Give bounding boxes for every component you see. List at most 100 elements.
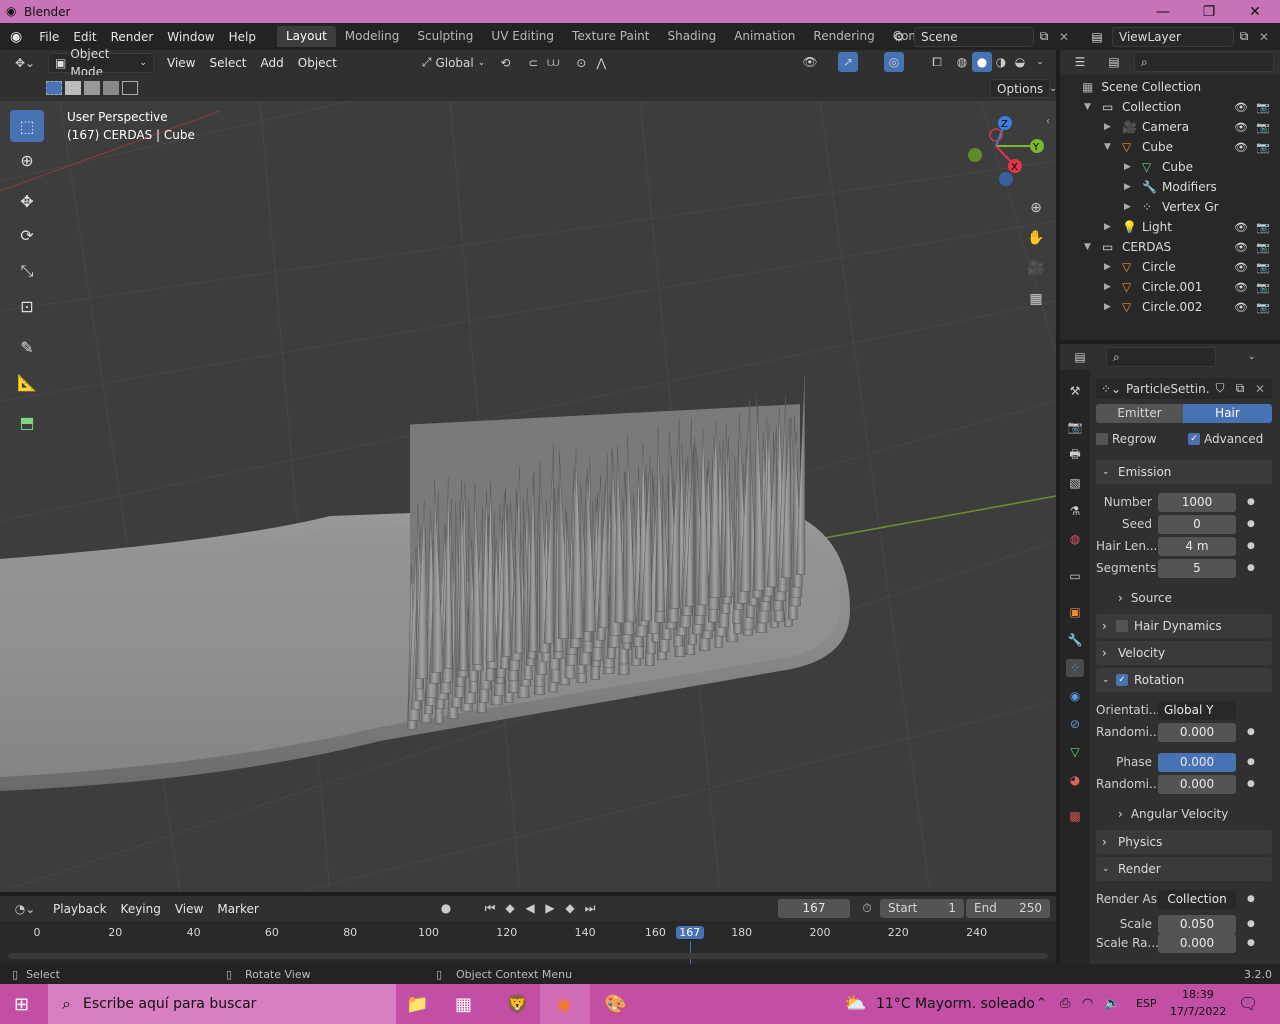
current-frame-indicator[interactable]: 167 [675,926,704,939]
render-panel-header[interactable]: ⌄ Render [1096,857,1272,881]
volume-icon[interactable]: 🔈 [1104,996,1120,1011]
emission-panel-header[interactable]: ⌄ Emission [1096,460,1272,484]
velocity-panel-header[interactable]: › Velocity [1096,641,1272,665]
pivot-icon[interactable]: ⟲ [495,53,515,73]
render-camera-icon[interactable]: 📷 [1256,101,1270,114]
visibility-eye-icon[interactable]: 👁 [1234,221,1248,234]
falloff-icon[interactable]: ⋀ [591,53,611,73]
transform-tool[interactable]: ⊡ [10,290,44,322]
select-invert-icon[interactable] [103,81,119,95]
timeline-editor-icon[interactable]: ◔⌄ [10,899,40,919]
expand-toggle-icon[interactable]: ▶ [1124,202,1134,212]
outliner-row-circle-002[interactable]: ▶ ▽ Circle.002 👁 📷 [1082,297,1280,317]
editor-type-icon[interactable]: ✥⌄ [10,53,40,73]
tab-uv-editing[interactable]: UV Editing [482,26,563,47]
particle-settings-selector[interactable]: ⁘⌄ ParticleSettin... ⛉ ⧉ ✕ [1096,378,1272,399]
advanced-checkbox[interactable]: ✓ [1188,433,1200,445]
timeline-scrollbar[interactable] [8,953,1048,959]
outliner-row-circle-001[interactable]: ▶ ▽ Circle.001 👁 📷 [1082,277,1280,297]
select-subtract-icon[interactable] [84,81,100,95]
render-camera-icon[interactable]: 📷 [1256,121,1270,134]
render-camera-icon[interactable]: 📷 [1256,301,1270,314]
new-scene-icon[interactable]: ⧉ [1034,29,1054,44]
sidebar-toggle-icon[interactable]: ‹ [1046,116,1050,127]
phase-field[interactable]: 0.000 [1158,752,1236,772]
hair-dynamics-panel-header[interactable]: › Hair Dynamics [1096,614,1272,638]
menu-add[interactable]: Add [254,53,291,73]
particles-tab-icon[interactable]: ⁘ [1066,659,1084,677]
properties-search-input[interactable]: ⌕ [1106,347,1216,367]
source-subpanel[interactable]: › Source [1118,591,1172,605]
snap-icon[interactable]: ⊂ [523,53,543,73]
visibility-eye-icon[interactable]: 👁 [1234,121,1248,134]
outliner-row-light[interactable]: ▶ 💡 Light 👁 📷 [1082,217,1280,237]
phase-randomize-field[interactable]: 0.000 [1158,774,1236,794]
scale-tool[interactable]: ⤡ [10,255,44,287]
chevron-down-icon[interactable]: ⌄ [1248,352,1256,362]
visibility-eye-icon[interactable]: 👁 [1234,301,1248,314]
rotation-checkbox[interactable]: ✓ [1116,674,1128,686]
next-keyframe-icon[interactable]: ◆ [560,898,580,918]
mode-dropdown[interactable]: ▣ Object Mode ⌄ [48,47,154,79]
language-indicator[interactable]: ESP [1136,997,1157,1010]
properties-editor-type-icon[interactable]: ▤ [1070,347,1090,367]
shading-options-icon[interactable]: ⌄ [1030,52,1050,72]
outliner-row-vertex-groups[interactable]: ▶ ⁘ Vertex Gr [1082,197,1280,217]
view-layer-icon[interactable]: ▤ [1082,30,1112,44]
render-as-dropdown[interactable]: Collection [1158,889,1236,909]
hair-length-field[interactable]: 4 m [1158,536,1236,556]
select-intersect-icon[interactable] [122,81,138,95]
tab-layout[interactable]: Layout [276,26,336,47]
output-tab-icon[interactable]: 🖶 [1066,446,1084,464]
keyframe-dot-icon[interactable]: ● [1247,727,1255,737]
outliner-row-circle[interactable]: ▶ ▽ Circle 👁 📷 [1082,257,1280,277]
scene-field[interactable]: Scene [914,26,1034,47]
menu-help[interactable]: Help [222,27,263,47]
physics-tab-icon[interactable]: ◉ [1066,687,1084,705]
timeline-area[interactable]: 0 20 40 60 80 100 120 140 160 167 180 200 220 240 [0,921,1056,964]
modifier-tab-icon[interactable]: 🔧 [1066,631,1084,649]
number-field[interactable]: 1000 [1158,492,1236,512]
overlays-icon[interactable]: ◎ [884,52,904,72]
render-camera-icon[interactable]: 📷 [1256,241,1270,254]
scene-icon[interactable]: ⚙ [884,30,914,44]
outliner-row-modifiers[interactable]: ▶ 🔧 Modifiers [1082,177,1280,197]
expand-toggle-icon[interactable]: ▶ [1124,182,1134,192]
outliner-row-cube[interactable]: ▼ ▽ Cube 👁 📷 [1082,137,1280,157]
constraints-tab-icon[interactable]: ⊘ [1066,715,1084,733]
file-explorer-icon[interactable]: 📁 [406,994,428,1015]
select-new-icon[interactable] [46,81,62,95]
keyframe-dot-icon[interactable]: ● [1247,563,1255,573]
regrow-checkbox[interactable] [1096,433,1108,445]
render-camera-icon[interactable]: 📷 [1256,221,1270,234]
jump-start-icon[interactable]: ⏮ [480,898,500,918]
duplicate-icon[interactable]: ⧉ [1230,381,1250,396]
play-icon[interactable]: ▶ [540,898,560,918]
menu-view[interactable]: View [160,53,202,73]
close-window-button[interactable]: ✕ [1232,0,1278,23]
tab-animation[interactable]: Animation [725,26,804,47]
material-shading-icon[interactable]: ◑ [991,52,1011,72]
solid-shading-icon[interactable]: ● [972,52,992,72]
collection-tab-icon[interactable]: ▭ [1066,567,1084,585]
remove-view-layer-icon[interactable]: ✕ [1254,30,1274,44]
keyframe-dot-icon[interactable]: ● [1247,779,1255,789]
menu-object[interactable]: Object [291,53,344,73]
display-mode-icon[interactable]: ▤ [1104,52,1124,72]
tab-sculpting[interactable]: Sculpting [408,26,482,47]
remove-scene-icon[interactable]: ✕ [1054,30,1074,44]
rendered-shading-icon[interactable]: ◒ [1010,52,1030,72]
pan-hand-icon[interactable]: ✋ [1024,226,1048,250]
brave-browser-icon[interactable]: 🦁 [506,994,528,1015]
gizmo-toggle-icon[interactable]: ↗ [838,52,858,72]
outliner-row-cube-mesh[interactable]: ▶ ▽ Cube [1082,157,1280,177]
keying-menu[interactable]: Keying [114,899,168,919]
tab-shading[interactable]: Shading [658,26,725,47]
jump-end-icon[interactable]: ⏭ [580,898,600,918]
hair-toggle[interactable]: Hair [1183,404,1272,423]
options-dropdown[interactable]: Options ⌄ [990,79,1057,98]
start-frame-field[interactable]: Start 1 [880,899,964,918]
blender-menu-icon[interactable]: ◉ [10,29,22,45]
weather-icon[interactable]: ⛅ [844,993,866,1014]
hair-dynamics-checkbox[interactable] [1116,620,1128,632]
